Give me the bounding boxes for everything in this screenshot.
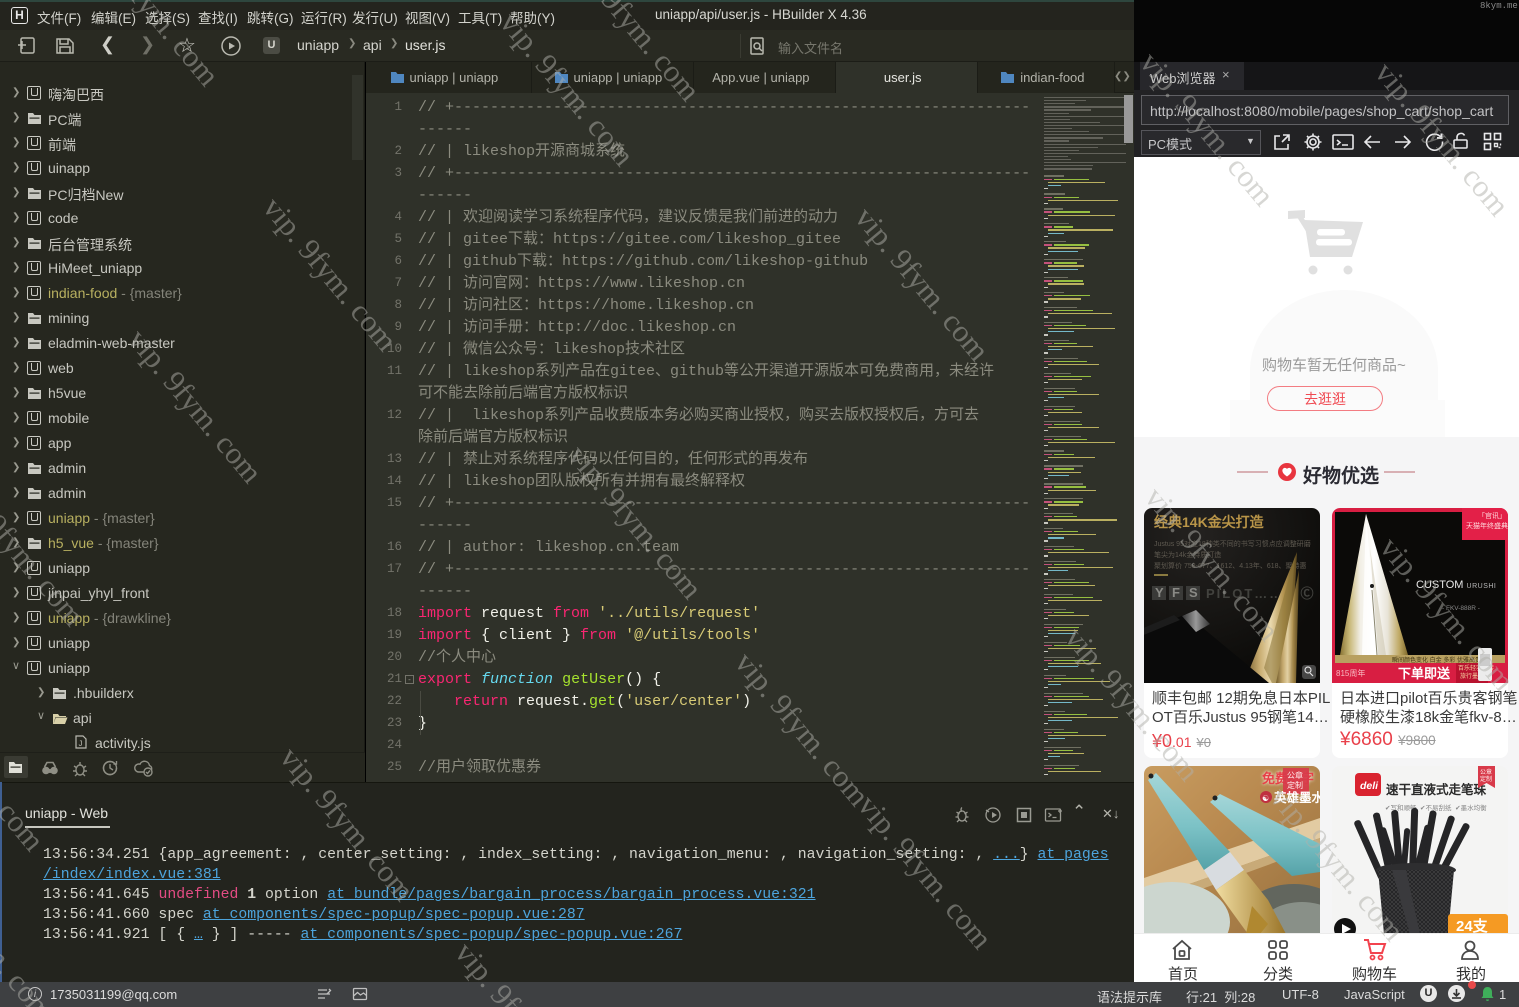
svg-text:「官讯」: 「官讯」: [1478, 511, 1506, 520]
svg-text:F: F: [1172, 585, 1180, 600]
svg-text:下单即送: 下单即送: [1398, 666, 1451, 681]
svg-text:Y: Y: [1155, 585, 1164, 600]
svg-text:24支: 24支: [1456, 917, 1489, 934]
svg-text:J: J: [78, 740, 83, 749]
svg-text:定制: 定制: [1480, 775, 1492, 783]
svg-text:S: S: [1189, 585, 1198, 600]
svg-text:815周年: 815周年: [1336, 668, 1365, 678]
svg-text:天猫年终盛典: 天猫年终盛典: [1466, 521, 1508, 530]
svg-text:deli: deli: [1360, 780, 1379, 792]
svg-text:速干直液式走笔珠: 速干直液式走笔珠: [1386, 782, 1487, 797]
svg-text:公章: 公章: [1287, 770, 1303, 780]
svg-text:✔写和顺畅 ✔不易刮纸 ✔墨水均衡: ✔写和顺畅 ✔不易刮纸 ✔墨水均衡: [1385, 803, 1487, 812]
svg-text:公章: 公章: [1480, 768, 1492, 776]
